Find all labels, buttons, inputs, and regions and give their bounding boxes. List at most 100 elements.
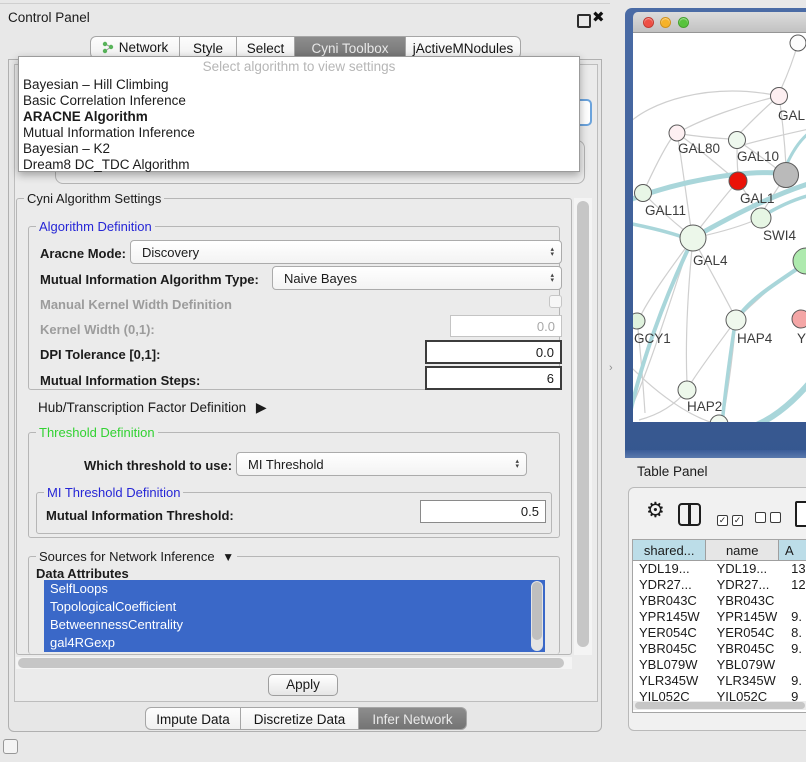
settings-vscrollbar-thumb[interactable] — [577, 201, 589, 647]
manual-kernel-checkbox[interactable] — [549, 295, 562, 308]
which-threshold-combobox[interactable]: MI Threshold ▴▾ — [236, 452, 527, 476]
table-toolbar: ⚙ ✓✓ — [629, 488, 806, 538]
node-label: GAL80 — [678, 141, 720, 156]
node[interactable] — [774, 163, 799, 188]
tab-impute-data[interactable]: Impute Data — [145, 707, 241, 730]
column-header-name[interactable]: name — [706, 540, 779, 561]
node-label: HAP2 — [687, 399, 722, 414]
checked-boxes-icon[interactable]: ✓✓ — [717, 510, 747, 528]
dropdown-item-bayesian-hill[interactable]: Bayesian – Hill Climbing — [19, 77, 579, 93]
algorithm-definition-title: Algorithm Definition — [36, 220, 155, 234]
column-header-shared[interactable]: shared... — [633, 540, 706, 561]
table-row[interactable]: YLR345WYLR345W9. — [633, 673, 806, 689]
unchecked-boxes-icon[interactable] — [755, 510, 785, 528]
table-row[interactable]: YPR145WYPR145W9. — [633, 609, 806, 625]
gear-icon[interactable]: ⚙ — [646, 500, 665, 521]
list-scrollbar[interactable] — [531, 581, 543, 651]
dropdown-item-aracne[interactable]: ARACNE Algorithm — [19, 109, 579, 125]
list-scrollbar-thumb[interactable] — [532, 582, 542, 640]
dropdown-item-mutual-information[interactable]: Mutual Information Inference — [19, 125, 579, 141]
table-row[interactable]: YER054CYER054C8. — [633, 625, 806, 641]
minimize-traffic-icon[interactable] — [660, 17, 671, 28]
dropdown-prompt: Select algorithm to view settings — [19, 57, 579, 77]
minimized-panel-icon[interactable] — [3, 739, 18, 754]
table-row[interactable]: YBL079WYBL079W — [633, 657, 806, 673]
network-graph: GAL GAL80 GAL10 GAL1 GAL11 SWI4 GAL4 GCY… — [633, 33, 806, 422]
settings-vscrollbar[interactable] — [574, 198, 592, 655]
cyni-algorithm-settings-title: Cyni Algorithm Settings — [24, 192, 164, 206]
sources-expander[interactable]: Sources for Network Inference ▼ — [36, 549, 237, 564]
control-panel: Control Panel ✖ Network Style Select Cyn… — [0, 0, 610, 733]
stepper-icon: ▴▾ — [550, 273, 554, 283]
apply-button[interactable]: Apply — [268, 674, 338, 696]
dpi-tolerance-field[interactable]: 0.0 — [425, 340, 562, 364]
node[interactable] — [669, 125, 685, 141]
zoom-traffic-icon[interactable] — [678, 17, 689, 28]
hub-expander[interactable]: Hub/Transcription Factor Definition ▶ — [38, 399, 267, 416]
columns-icon[interactable] — [678, 503, 701, 526]
float-panel-icon[interactable] — [577, 14, 591, 28]
table-row[interactable]: YDR27...YDR27...12 — [633, 577, 806, 593]
node[interactable] — [726, 310, 746, 330]
node[interactable] — [633, 313, 645, 329]
network-node-labels: GAL GAL80 GAL10 GAL1 GAL11 SWI4 GAL4 GCY… — [634, 108, 806, 414]
sources-title: Sources for Network Inference — [39, 549, 215, 564]
stepper-icon: ▴▾ — [515, 459, 519, 469]
list-item[interactable]: BetweennessCentrality — [44, 616, 545, 634]
list-item[interactable]: SelfLoops — [44, 580, 545, 598]
node[interactable] — [751, 208, 771, 228]
close-traffic-icon[interactable] — [643, 17, 654, 28]
settings-hscrollbar-thumb[interactable] — [18, 658, 564, 668]
chevron-down-icon: ▼ — [222, 550, 234, 564]
list-item[interactable]: TopologicalCoefficient — [44, 598, 545, 616]
node[interactable] — [635, 185, 652, 202]
node[interactable] — [710, 415, 728, 422]
dropdown-item-basic-correlation[interactable]: Basic Correlation Inference — [19, 93, 579, 109]
table-row[interactable]: YBR043CYBR043C — [633, 593, 806, 609]
node[interactable] — [678, 381, 696, 399]
node-label: GAL10 — [737, 149, 779, 164]
mi-type-combobox[interactable]: Naive Bayes ▴▾ — [272, 266, 562, 290]
dropdown-item-dream8[interactable]: Dream8 DC_TDC Algorithm — [19, 157, 579, 173]
node[interactable] — [729, 172, 747, 190]
splitter-handle[interactable]: › — [609, 362, 613, 374]
tab-discretize-data[interactable]: Discretize Data — [241, 707, 359, 730]
node[interactable] — [729, 132, 746, 149]
document-icon[interactable] — [795, 501, 806, 527]
node[interactable] — [790, 35, 806, 51]
table-rows: YDL19...YDL19...13 YDR27...YDR27...12 YB… — [633, 561, 806, 705]
network-canvas[interactable]: GAL GAL80 GAL10 GAL1 GAL11 SWI4 GAL4 GCY… — [633, 33, 806, 422]
hub-expander-label: Hub/Transcription Factor Definition — [38, 400, 246, 415]
node[interactable] — [771, 88, 788, 105]
kernel-width-label: Kernel Width (0,1): — [40, 322, 155, 337]
tab-infer-network[interactable]: Infer Network — [359, 707, 467, 730]
mi-threshold-group-title: MI Threshold Definition — [44, 486, 183, 500]
mi-steps-field[interactable]: 6 — [425, 366, 562, 390]
aracne-mode-combobox[interactable]: Discovery ▴▾ — [130, 240, 562, 264]
mi-threshold-field[interactable]: 0.5 — [420, 500, 546, 523]
threshold-definition-title: Threshold Definition — [36, 426, 158, 440]
data-table: shared... name A YDL19...YDL19...13 YDR2… — [632, 539, 806, 713]
screenshot-root: Control Panel ✖ Network Style Select Cyn… — [0, 0, 806, 762]
table-panel: ⚙ ✓✓ shared... name A YDL19...YDL19...13 — [628, 487, 806, 731]
mi-threshold-label: Mutual Information Threshold: — [46, 508, 234, 523]
table-row[interactable]: YBR045CYBR045C9. — [633, 641, 806, 657]
manual-kernel-label: Manual Kernel Width Definition — [40, 297, 232, 312]
network-window-titlebar[interactable] — [633, 12, 806, 33]
settings-hscrollbar[interactable] — [16, 657, 572, 669]
close-panel-icon[interactable]: ✖ — [592, 8, 605, 26]
data-attributes-label: Data Attributes — [36, 566, 129, 581]
network-window[interactable]: GAL GAL80 GAL10 GAL1 GAL11 SWI4 GAL4 GCY… — [625, 8, 806, 458]
list-item[interactable]: gal4RGexp — [44, 634, 545, 652]
column-header-third[interactable]: A — [779, 540, 806, 561]
table-hscrollbar[interactable] — [633, 701, 806, 710]
data-attributes-list[interactable]: SelfLoops TopologicalCoefficient Between… — [44, 580, 545, 652]
mi-steps-label: Mutual Information Steps: — [40, 373, 200, 388]
node-label: Y — [797, 331, 806, 346]
dropdown-item-bayesian-k2[interactable]: Bayesian – K2 — [19, 141, 579, 157]
stepper-icon: ▴▾ — [550, 247, 554, 257]
table-row[interactable]: YDL19...YDL19...13 — [633, 561, 806, 577]
node[interactable] — [792, 310, 806, 328]
node[interactable] — [680, 225, 706, 251]
table-hscrollbar-thumb[interactable] — [635, 702, 805, 709]
